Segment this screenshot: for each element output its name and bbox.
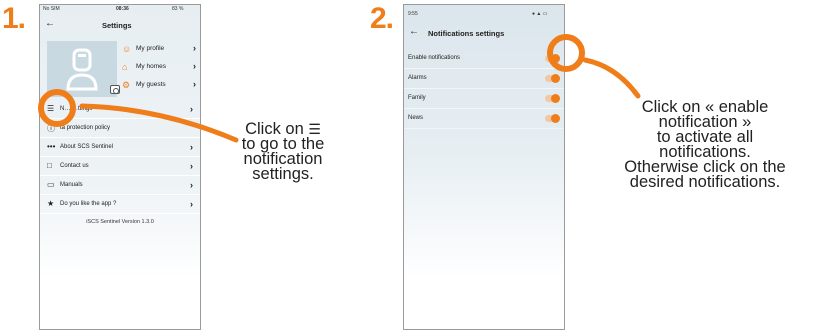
profile-item-my-guests[interactable]: ⚙ My guests › [122, 78, 200, 94]
back-arrow-icon[interactable]: ← [409, 27, 419, 37]
menu-item-label: N… …ttings [60, 106, 93, 112]
toggle-row-enable-notifications[interactable]: Enable notifications [404, 49, 564, 69]
profile-item-label: My homes [136, 63, 166, 70]
caption-line: settings. [252, 165, 314, 183]
profile-item-label: My profile [136, 45, 165, 52]
menu-item-data-protection[interactable]: ⓘ ta protection policy [40, 120, 200, 138]
status-time: 9:55 [408, 11, 418, 17]
chevron-right-icon: › [190, 104, 193, 114]
step-number-2: 2. [370, 2, 394, 35]
profile-item-my-profile[interactable]: ☺ My profile › [122, 42, 200, 58]
back-arrow-icon[interactable]: ← [45, 19, 55, 29]
toggle-row-alarms[interactable]: Alarms [404, 69, 564, 89]
app-version: iSCS Sentinel Version 1.3.0 [86, 219, 154, 225]
chevron-right-icon: › [193, 79, 196, 89]
toggle-row-family[interactable]: Family [404, 89, 564, 109]
toggle-label: Family [408, 95, 426, 101]
instruction-caption-2: Click on « enable notification » to acti… [598, 99, 812, 191]
info-icon: ⓘ [47, 124, 55, 133]
dots-icon: ••• [47, 142, 56, 151]
toggle-label: Enable notifications [408, 55, 461, 61]
instruction-caption-1: Click on ☰ to go to the notification set… [228, 121, 338, 183]
toggle-label: Alarms [408, 75, 427, 81]
profile-item-my-homes[interactable]: ⌂ My homes › [122, 60, 200, 76]
page-title: Settings [102, 21, 132, 30]
guests-icon: ⚙ [122, 80, 131, 90]
chat-icon: □ [47, 161, 52, 170]
phone-screen-notifications: 9:55 ● ▲ ▭ ← Notifications settings Enab… [403, 4, 565, 330]
chevron-right-icon: › [193, 61, 196, 71]
enable-notifications-toggle[interactable] [545, 54, 560, 63]
caption-line: desired notifications. [629, 173, 781, 191]
status-time: 08:36 [116, 6, 129, 12]
profile-item-label: My guests [136, 81, 166, 88]
star-icon: ★ [47, 199, 55, 208]
menu-item-label: Do you like the app ? [60, 201, 117, 207]
status-carrier: No SIM [43, 6, 60, 12]
alarms-toggle[interactable] [545, 74, 560, 83]
toggle-row-news[interactable]: News [404, 109, 564, 129]
home-icon: ⌂ [122, 62, 128, 72]
chevron-right-icon: › [190, 142, 193, 152]
menu-item-label: Contact us [60, 163, 89, 169]
sliders-icon: ☰ [47, 104, 55, 113]
chevron-right-icon: › [190, 161, 193, 171]
menu-item-rate-app[interactable]: ★ Do you like the app ? › [40, 196, 200, 214]
menu-item-manuals[interactable]: ▭ Manuals › [40, 177, 200, 195]
menu-item-notification-settings[interactable]: ☰ N… …ttings › [40, 101, 200, 119]
toggle-label: News [408, 115, 424, 121]
menu-item-label: ta protection policy [60, 125, 111, 131]
status-battery: 83 % [172, 6, 184, 12]
status-icons: ● ▲ ▭ [532, 11, 548, 17]
chevron-right-icon: › [190, 180, 193, 190]
page-title: Notifications settings [428, 29, 505, 38]
menu-item-label: Manuals [60, 182, 83, 188]
phone-screen-settings: No SIM 08:36 83 % ← Settings ☺ My profil… [39, 4, 201, 330]
menu-item-about[interactable]: ••• About SCS Sentinel › [40, 139, 200, 157]
person-icon: ☺ [122, 44, 132, 54]
document-icon: ▭ [47, 180, 55, 189]
step-number-1: 1. [2, 2, 26, 35]
camera-icon[interactable] [110, 85, 120, 94]
pointer-line-2 [582, 57, 641, 99]
family-toggle[interactable] [545, 94, 560, 103]
menu-item-contact-us[interactable]: □ Contact us › [40, 158, 200, 176]
chevron-right-icon: › [190, 199, 193, 209]
news-toggle[interactable] [545, 114, 560, 123]
menu-item-label: About SCS Sentinel [60, 144, 114, 150]
avatar [47, 41, 117, 97]
chevron-right-icon: › [193, 43, 196, 53]
